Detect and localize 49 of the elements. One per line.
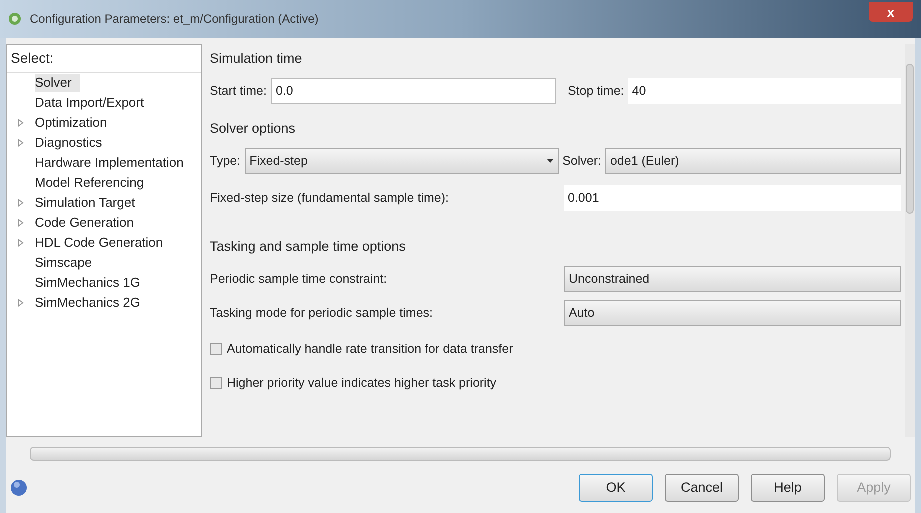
section-heading: Solver options [210,120,297,138]
vertical-scrollbar[interactable] [905,44,915,437]
sidebar-item[interactable]: HDL Code Generation [35,234,172,252]
sidebar-item[interactable]: Model Referencing [35,174,152,192]
sidebar-heading: Select: [7,45,201,73]
dropdown-caret-icon [546,159,554,163]
app-icon [8,12,22,26]
checkbox[interactable] [210,343,222,355]
window-title: Configuration Parameters: et_m/Configuration (Active) [30,11,319,28]
sidebar-item[interactable]: Diagnostics [35,134,110,152]
sidebar-item[interactable]: Code Generation [35,214,142,232]
tasking-mode-dropdown[interactable]: Auto [564,300,901,326]
dialog-button[interactable]: Help [751,474,825,502]
sidebar-item[interactable]: Hardware Implementation [35,154,192,172]
expand-arrow-icon[interactable] [18,219,24,227]
solver-dropdown[interactable]: ode1 (Euler) [605,148,901,174]
stop-time-label: Stop time: [568,82,624,100]
checkbox-label: Automatically handle rate transition for data transfer [227,340,514,358]
section-heading: Tasking and sample time options [210,238,407,256]
expand-arrow-icon[interactable] [18,199,24,207]
expand-arrow-icon[interactable] [18,239,24,247]
periodic-constraint-label: Periodic sample time constraint: [210,270,388,288]
step-size-label: Fixed-step size (fundamental sample time): [210,190,450,207]
type-dropdown[interactable]: Fixed-step [244,148,559,174]
type-label: Type: [210,152,241,170]
dialog-button[interactable]: Cancel [665,474,739,502]
sidebar-item[interactable]: Data Import/Export [35,94,152,112]
sidebar-item[interactable]: Solver [35,74,80,92]
help-icon[interactable] [10,479,28,497]
expand-arrow-icon[interactable] [18,299,24,307]
start-time-field[interactable]: 0.0 [270,78,556,104]
solver-label: Solver: [562,152,602,170]
tasking-mode-label: Tasking mode for periodic sample times: [210,304,434,322]
checkbox[interactable] [210,377,222,389]
dialog-button[interactable]: OK [579,474,653,502]
sidebar-item[interactable]: SimMechanics 1G [35,274,148,292]
sidebar-item[interactable]: SimMechanics 2G [35,294,148,312]
start-time-label: Start time: [210,82,267,100]
periodic-constraint-dropdown[interactable]: Unconstrained [564,266,901,292]
stop-time-field[interactable]: 40 [628,78,901,104]
sidebar-item[interactable]: Simulation Target [35,194,144,212]
section-heading: Simulation time [210,50,304,68]
checkbox-label: Higher priority value indicates higher task priority [227,374,497,392]
sidebar-item[interactable]: Simscape [35,254,100,272]
step-size-field[interactable]: 0.001 [564,185,901,211]
expand-arrow-icon[interactable] [18,119,24,127]
sidebar-item[interactable]: Optimization [35,114,116,132]
expand-arrow-icon[interactable] [18,139,24,147]
close-button[interactable]: x [869,2,913,22]
